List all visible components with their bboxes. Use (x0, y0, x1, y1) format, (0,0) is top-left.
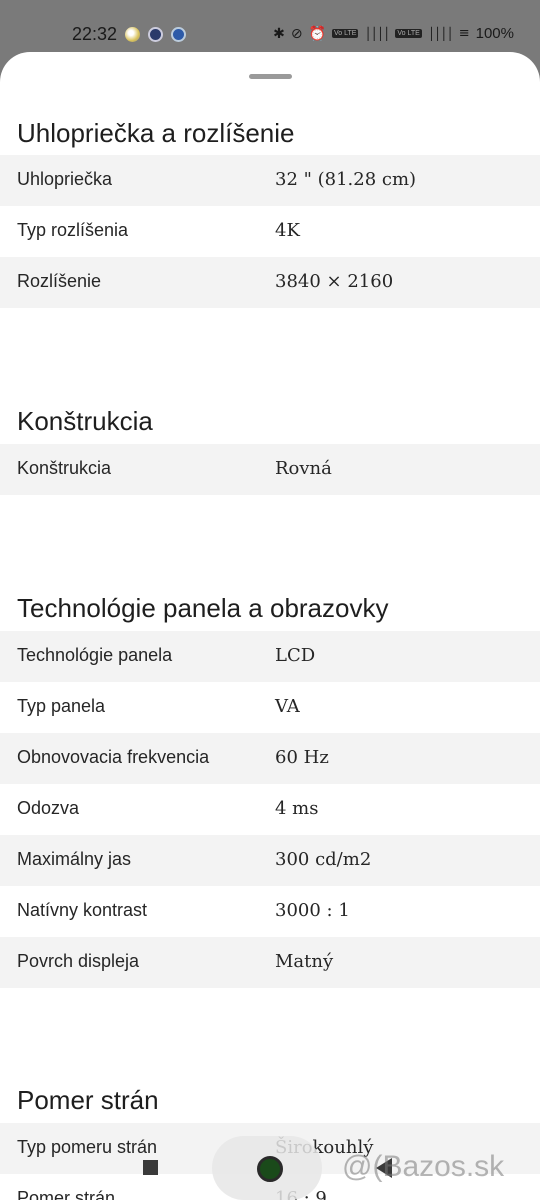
spec-value: 300 cd/m2 (275, 849, 372, 870)
spec-value: 4K (275, 220, 300, 241)
spec-row: Maximálny jas 300 cd/m2 (0, 835, 540, 886)
spec-row: Rozlíšenie 3840 × 2160 (0, 257, 540, 308)
spec-value: Matný (275, 951, 334, 972)
alarm-icon: ⏰ (308, 25, 326, 42)
status-time: 22:32 (72, 24, 118, 44)
spec-label: Odozva (17, 798, 80, 818)
screen: 22:32 ✱ ⊘ ⏰ Vo LTE ││││ Vo LTE ││││ ≡ 10… (0, 0, 540, 1200)
signal-icon: ││││ (364, 26, 390, 41)
no-disturb-icon: ⊘ (290, 25, 303, 42)
spec-value: 60 Hz (275, 747, 329, 768)
bluetooth-icon: ✱ (273, 25, 285, 42)
spec-label: Typ rozlíšenia (17, 220, 129, 240)
spec-value: 32 " (81.28 cm) (275, 169, 417, 190)
spec-row: Odozva 4 ms (0, 784, 540, 835)
volte-icon: Vo LTE (395, 29, 422, 38)
home-button[interactable] (257, 1156, 283, 1182)
spec-label: Konštrukcia (17, 458, 112, 478)
spec-label: Povrch displeja (17, 951, 140, 971)
spec-label: Uhlopriečka (17, 169, 113, 189)
spec-value: VA (275, 696, 300, 717)
watermark: @(Bazos.sk (342, 1150, 505, 1183)
wifi-icon: ≡ (458, 26, 470, 41)
status-right: ✱ ⊘ ⏰ Vo LTE ││││ Vo LTE ││││ ≡ 100% (273, 25, 514, 42)
section-title-construction: Konštrukcia (17, 406, 153, 436)
spec-value: 3840 × 2160 (275, 271, 394, 292)
spec-label: Typ panela (17, 696, 106, 716)
section-title-panel-technology: Technológie panela a obrazovky (17, 593, 389, 623)
spec-label: Rozlíšenie (17, 271, 102, 291)
spec-row: Typ rozlíšenia 4K (0, 206, 540, 257)
spec-value: 3000 : 1 (275, 900, 350, 921)
app-icon (148, 27, 164, 42)
recents-button[interactable] (143, 1160, 158, 1175)
status-left: 22:32 (72, 24, 187, 45)
battery-level: 100% (475, 25, 514, 42)
signal-icon: ││││ (427, 26, 454, 41)
spec-label: Maximálny jas (17, 849, 132, 869)
spec-row: Obnovovacia frekvencia 60 Hz (0, 733, 540, 784)
spec-row: Uhlopriečka 32 " (81.28 cm) (0, 155, 540, 206)
spec-row: Natívny kontrast 3000 : 1 (0, 886, 540, 937)
spec-row: Konštrukcia Rovná (0, 444, 540, 495)
spec-label: Technológie panela (17, 645, 173, 665)
spec-row: Povrch displeja Matný (0, 937, 540, 988)
specs-bottom-sheet: Uhlopriečka a rozlíšenie Uhlopriečka 32 … (0, 52, 540, 1200)
section-title-aspect-ratio: Pomer strán (17, 1085, 159, 1115)
status-bar: 22:32 ✱ ⊘ ⏰ Vo LTE ││││ Vo LTE ││││ ≡ 10… (0, 0, 540, 52)
spec-row: Technológie panela LCD (0, 631, 540, 682)
spec-label: Natívny kontrast (17, 900, 148, 920)
app-icon (171, 27, 187, 42)
weather-icon (125, 27, 141, 42)
spec-value: 4 ms (275, 798, 319, 819)
volte-icon: Vo LTE (332, 29, 359, 38)
spec-value: Rovná (275, 458, 332, 479)
section-title-diagonal: Uhlopriečka a rozlíšenie (17, 118, 295, 148)
spec-row: Typ panela VA (0, 682, 540, 733)
drag-handle[interactable] (249, 74, 292, 79)
spec-label: Obnovovacia frekvencia (17, 747, 210, 767)
spec-value: LCD (275, 645, 316, 666)
